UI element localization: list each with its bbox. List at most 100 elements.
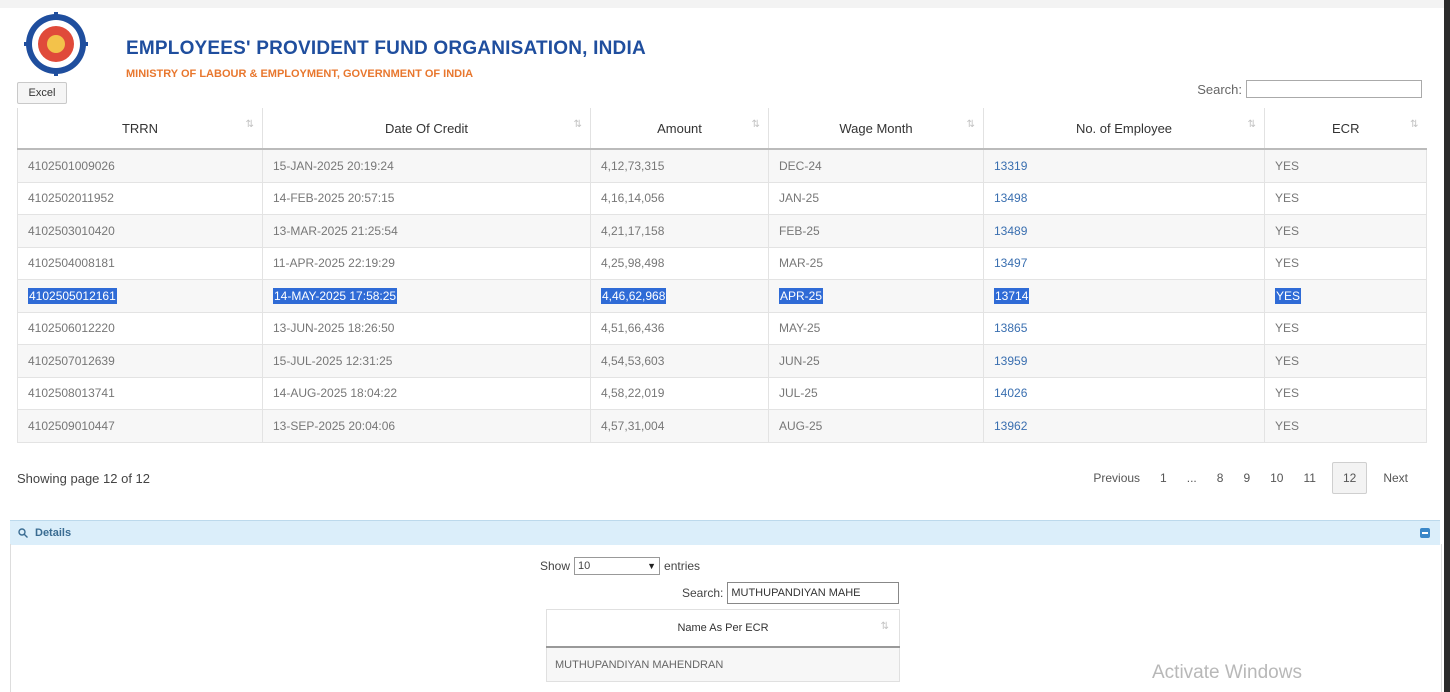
trrn-cell: 4102508013741 bbox=[17, 376, 263, 410]
sort-icon: ⇅ bbox=[1410, 119, 1419, 130]
wage-month-cell: APR-25 bbox=[768, 279, 984, 313]
trrn-cell: 4102501009026 bbox=[17, 148, 263, 183]
date-of-credit-cell: 14-MAY-2025 17:58:25 bbox=[262, 279, 591, 313]
date-of-credit-cell: 14-FEB-2025 20:57:15 bbox=[262, 181, 591, 215]
amount-cell: 4,12,73,315 bbox=[590, 148, 769, 183]
column-header-no-of-employee[interactable]: No. of Employee ⇅ bbox=[983, 108, 1265, 150]
table-row[interactable]: 4102503010420 13-MAR-2025 21:25:54 4,21,17… bbox=[17, 214, 1427, 248]
table-search: Search: bbox=[1197, 80, 1422, 98]
ecr-cell: YES bbox=[1264, 214, 1427, 248]
sort-icon: ⇅ bbox=[573, 119, 583, 130]
table-row[interactable]: 4102509010447 13-SEP-2025 20:04:06 4,57,31… bbox=[17, 409, 1427, 443]
details-row: MUTHUPANDIYAN MAHENDRAN bbox=[546, 646, 900, 682]
ecr-cell: YES bbox=[1264, 376, 1427, 410]
show-label: Show bbox=[540, 559, 571, 573]
ecr-cell: YES bbox=[1264, 311, 1427, 345]
no-of-employee-cell[interactable]: 13498 bbox=[983, 181, 1265, 215]
amount-cell: 4,57,31,004 bbox=[590, 409, 769, 443]
no-of-employee-cell[interactable]: 14026 bbox=[983, 376, 1265, 410]
no-of-employee-cell[interactable]: 13489 bbox=[983, 214, 1265, 248]
details-title: Details bbox=[35, 527, 72, 539]
column-header-amount[interactable]: Amount ⇅ bbox=[590, 108, 769, 150]
sort-icon: ⇅ bbox=[880, 621, 889, 632]
page-9-button[interactable]: 9 bbox=[1233, 463, 1260, 493]
excel-export-button[interactable]: Excel bbox=[17, 82, 67, 104]
date-of-credit-cell: 15-JUL-2025 12:31:25 bbox=[262, 344, 591, 378]
entries-select-value: 10 bbox=[578, 560, 591, 572]
no-of-employee-cell[interactable]: 13714 bbox=[983, 279, 1265, 313]
column-header-wage-month[interactable]: Wage Month ⇅ bbox=[768, 108, 984, 150]
ecr-cell: YES bbox=[1264, 181, 1427, 215]
table-row[interactable]: 4102506012220 13-JUN-2025 18:26:50 4,51,66… bbox=[17, 311, 1427, 345]
amount-cell: 4,54,53,603 bbox=[590, 344, 769, 378]
column-header-date-of-credit[interactable]: Date Of Credit ⇅ bbox=[262, 108, 591, 150]
page-8-button[interactable]: 8 bbox=[1207, 463, 1234, 493]
trrn-cell: 4102504008181 bbox=[17, 246, 263, 280]
table-row[interactable]: 4102502011952 14-FEB-2025 20:57:15 4,16,14… bbox=[17, 181, 1427, 215]
collapse-icon[interactable] bbox=[1420, 528, 1430, 538]
trrn-cell: 4102507012639 bbox=[17, 344, 263, 378]
no-of-employee-cell[interactable]: 13962 bbox=[983, 409, 1265, 443]
wage-month-cell: MAY-25 bbox=[768, 311, 984, 345]
trrn-cell: 4102506012220 bbox=[17, 311, 263, 345]
previous-page-button[interactable]: Previous bbox=[1083, 463, 1150, 493]
ecr-cell: YES bbox=[1264, 409, 1427, 443]
pagination-info: Showing page 12 of 12 bbox=[17, 471, 150, 486]
trrn-cell: 4102505012161 bbox=[17, 279, 263, 313]
org-title: EMPLOYEES' PROVIDENT FUND ORGANISATION, … bbox=[126, 38, 646, 59]
page-ellipsis: ... bbox=[1186, 471, 1197, 485]
page-1-button[interactable]: 1 bbox=[1150, 463, 1177, 493]
wage-month-cell: AUG-25 bbox=[768, 409, 984, 443]
chevron-down-icon: ▼ bbox=[647, 561, 657, 571]
date-of-credit-cell: 13-SEP-2025 20:04:06 bbox=[262, 409, 591, 443]
date-of-credit-cell: 13-JUN-2025 18:26:50 bbox=[262, 311, 591, 345]
details-search-input[interactable]: MUTHUPANDIYAN MAHE bbox=[727, 582, 900, 604]
table-row[interactable]: 4102508013741 14-AUG-2025 18:04:22 4,58,22… bbox=[17, 376, 1427, 410]
page-12-button[interactable]: 12 bbox=[1331, 462, 1368, 494]
sort-icon: ⇅ bbox=[966, 119, 976, 130]
table-header-row: TRRN ⇅ Date Of Credit ⇅ Amount ⇅ Wage Month… bbox=[17, 108, 1427, 150]
ecr-cell: YES bbox=[1264, 246, 1427, 280]
column-header-name-as-per-ecr[interactable]: Name As Per ECR ⇅ bbox=[546, 609, 900, 648]
page-11-button[interactable]: 11 bbox=[1293, 463, 1325, 493]
details-search: Search: MUTHUPANDIYAN MAHE bbox=[682, 582, 900, 604]
org-subtitle: MINISTRY OF LABOUR & EMPLOYMENT, GOVERNM… bbox=[126, 68, 474, 80]
no-of-employee-cell[interactable]: 13319 bbox=[983, 148, 1265, 183]
table-row[interactable]: 4102501009026 15-JAN-2025 20:19:24 4,12,73… bbox=[17, 148, 1427, 183]
entries-select[interactable]: 10 ▼ bbox=[574, 557, 661, 575]
details-search-label: Search: bbox=[682, 586, 724, 600]
column-header-trrn[interactable]: TRRN ⇅ bbox=[17, 108, 263, 150]
details-panel-header[interactable]: Details bbox=[10, 520, 1440, 545]
wage-month-cell: JAN-25 bbox=[768, 181, 984, 215]
wage-month-cell: DEC-24 bbox=[768, 148, 984, 183]
wage-month-cell: JUL-25 bbox=[768, 376, 984, 410]
amount-cell: 4,25,98,498 bbox=[590, 246, 769, 280]
entries-length-control: Show 10 ▼ entries bbox=[540, 557, 700, 575]
details-header-row: Name As Per ECR ⇅ bbox=[546, 609, 900, 648]
table-row[interactable]: 4102504008181 11-APR-2025 22:19:29 4,25,98… bbox=[17, 246, 1427, 280]
amount-cell: 4,16,14,056 bbox=[590, 181, 769, 215]
amount-cell: 4,21,17,158 bbox=[590, 214, 769, 248]
sort-icon: ⇅ bbox=[1247, 119, 1257, 130]
activate-windows-watermark: Activate Windows bbox=[1152, 662, 1302, 683]
no-of-employee-cell[interactable]: 13959 bbox=[983, 344, 1265, 378]
date-of-credit-cell: 15-JAN-2025 20:19:24 bbox=[262, 148, 591, 183]
name-cell: MUTHUPANDIYAN MAHENDRAN bbox=[546, 646, 900, 682]
no-of-employee-cell[interactable]: 13497 bbox=[983, 246, 1265, 280]
search-input[interactable] bbox=[1246, 80, 1422, 98]
next-page-button[interactable]: Next bbox=[1373, 463, 1418, 493]
trrn-cell: 4102509010447 bbox=[17, 409, 263, 443]
trrn-cell: 4102502011952 bbox=[17, 181, 263, 215]
sort-icon: ⇅ bbox=[245, 119, 255, 130]
sort-icon: ⇅ bbox=[751, 119, 761, 130]
amount-cell: 4,51,66,436 bbox=[590, 311, 769, 345]
amount-cell: 4,58,22,019 bbox=[590, 376, 769, 410]
date-of-credit-cell: 13-MAR-2025 21:25:54 bbox=[262, 214, 591, 248]
page-10-button[interactable]: 10 bbox=[1260, 463, 1293, 493]
window-right-edge bbox=[1444, 0, 1450, 692]
column-header-ecr[interactable]: ECR ⇅ bbox=[1264, 108, 1427, 150]
table-row[interactable]: 4102507012639 15-JUL-2025 12:31:25 4,54,53… bbox=[17, 344, 1427, 378]
table-row[interactable]: 4102505012161 14-MAY-2025 17:58:25 4,46,62… bbox=[17, 279, 1427, 313]
date-of-credit-cell: 14-AUG-2025 18:04:22 bbox=[262, 376, 591, 410]
no-of-employee-cell[interactable]: 13865 bbox=[983, 311, 1265, 345]
